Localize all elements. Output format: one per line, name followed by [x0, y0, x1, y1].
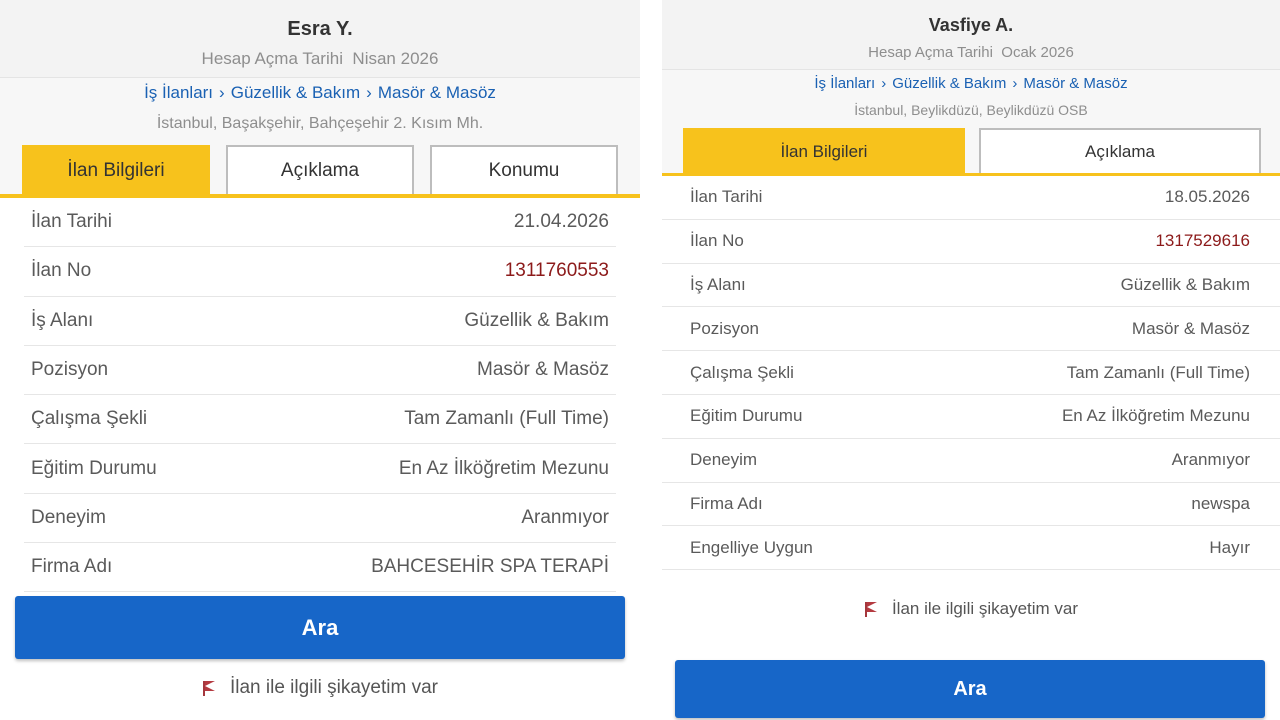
detail-row: Eğitim Durumu En Az İlköğretim Mezunu — [24, 444, 616, 494]
detail-value: Tam Zamanlı (Full Time) — [1066, 362, 1250, 382]
detail-value: En Az İlköğretim Mezunu — [398, 457, 609, 479]
breadcrumb-item-jobs[interactable]: İş İlanları — [814, 75, 875, 92]
flag-icon — [202, 680, 218, 696]
detail-row: İlan No 1311760553 — [24, 247, 616, 297]
detail-value: BAHCESEHİR SPA TERAPİ — [371, 556, 609, 578]
detail-row: Deneyim Aranmıyor — [24, 494, 616, 544]
breadcrumb-item-position[interactable]: Masör & Masöz — [378, 83, 496, 102]
seller-name[interactable]: Vasfiye A. — [662, 15, 1280, 36]
account-date-value: Nisan 2026 — [352, 49, 439, 68]
detail-value: 18.05.2026 — [1164, 187, 1250, 207]
detail-key: Deneyim — [690, 450, 758, 470]
listing-location: İstanbul, Beylikdüzü, Beylikdüzü OSB — [854, 102, 1088, 118]
detail-value: Güzellik & Bakım — [1120, 274, 1250, 294]
complaint-link[interactable]: İlan ile ilgili şikayetim var — [662, 594, 1280, 624]
listing-tabs: İlan Bilgileri Açıklama — [662, 128, 1280, 176]
seller-header: Esra Y. Hesap Açma Tarihi Nisan 2026 — [0, 0, 640, 78]
detail-row: Firma Adı BAHCESEHİR SPA TERAPİ — [24, 543, 616, 593]
detail-key: Firma Adı — [690, 493, 763, 513]
breadcrumb: İş İlanları › Güzellik & Bakım › Masör & Mas… — [0, 83, 640, 103]
flag-icon — [864, 601, 880, 617]
detail-key: Çalışma Şekli — [690, 362, 794, 382]
detail-key: İlan Tarihi — [690, 187, 763, 207]
detail-value: Masör & Masöz — [1131, 318, 1250, 338]
detail-key: İlan Tarihi — [31, 211, 112, 233]
detail-value: 21.04.2026 — [513, 211, 609, 233]
breadcrumb-separator: › — [219, 83, 225, 102]
breadcrumb: İş İlanları › Güzellik & Bakım › Masör & Mas… — [662, 75, 1280, 92]
complaint-link[interactable]: İlan ile ilgili şikayetim var — [0, 672, 640, 704]
tab-listing-info[interactable]: İlan Bilgileri — [683, 128, 965, 173]
detail-key: İlan No — [690, 231, 744, 251]
breadcrumb-item-category[interactable]: Güzellik & Bakım — [892, 75, 1006, 92]
detail-row: Eğitim Durumu En Az İlköğretim Mezunu — [662, 395, 1280, 439]
detail-row: İlan No 1317529616 — [662, 220, 1280, 264]
tab-location[interactable]: Konumu — [430, 145, 618, 194]
detail-key: Engelliye Uygun — [690, 537, 813, 557]
listing-details: İlan Tarihi 21.04.2026 İlan No 1311760553 … — [0, 198, 640, 593]
detail-key: Eğitim Durumu — [690, 406, 803, 426]
detail-value: Güzellik & Bakım — [464, 309, 609, 331]
complaint-label: İlan ile ilgili şikayetim var — [891, 599, 1079, 618]
detail-key: Çalışma Şekli — [31, 408, 148, 430]
listing-subheader: İş İlanları › Güzellik & Bakım › Masör & Mas… — [662, 70, 1280, 128]
detail-row: Pozisyon Masör & Masöz — [24, 346, 616, 396]
complaint-label: İlan ile ilgili şikayetim var — [229, 677, 438, 698]
listing-details: İlan Tarihi 18.05.2026 İlan No 1317529616 … — [662, 176, 1280, 571]
detail-value: Masör & Masöz — [477, 359, 609, 381]
listing-location: İstanbul, Başakşehir, Bahçeşehir 2. Kısı… — [156, 115, 484, 132]
detail-key: Firma Adı — [31, 556, 113, 578]
tab-description[interactable]: Açıklama — [226, 145, 414, 194]
detail-row: Pozisyon Masör & Masöz — [662, 307, 1280, 352]
detail-row: Çalışma Şekli Tam Zamanlı (Full Time) — [662, 351, 1280, 395]
panel-divider — [640, 0, 662, 720]
account-date-line: Hesap Açma Tarihi Ocak 2026 — [662, 44, 1280, 61]
account-date-label: Hesap Açma Tarihi — [868, 44, 993, 61]
breadcrumb-separator: › — [881, 75, 887, 92]
call-button[interactable]: Ara — [15, 596, 625, 659]
detail-row: Deneyim Aranmıyor — [662, 439, 1280, 483]
breadcrumb-item-jobs[interactable]: İş İlanları — [144, 83, 213, 102]
detail-key: İlan No — [31, 260, 92, 282]
detail-key: İş Alanı — [31, 309, 94, 331]
detail-key: Eğitim Durumu — [31, 457, 157, 479]
detail-row: Çalışma Şekli Tam Zamanlı (Full Time) — [24, 395, 616, 445]
breadcrumb-separator: › — [366, 83, 372, 102]
account-date-label: Hesap Açma Tarihi — [201, 49, 343, 68]
detail-row: İş Alanı Güzellik & Bakım — [662, 264, 1280, 308]
account-date-line: Hesap Açma Tarihi Nisan 2026 — [0, 49, 640, 69]
call-button[interactable]: Ara — [675, 660, 1265, 718]
detail-row: İlan Tarihi 21.04.2026 — [24, 198, 616, 248]
seller-name[interactable]: Esra Y. — [0, 18, 640, 41]
detail-row: Firma Adı newspa — [662, 483, 1280, 527]
detail-value: En Az İlköğretim Mezunu — [1061, 406, 1250, 426]
detail-row: Engelliye Uygun Hayır — [662, 526, 1280, 571]
breadcrumb-item-position[interactable]: Masör & Masöz — [1023, 75, 1127, 92]
listing-number: 1317529616 — [1155, 231, 1250, 251]
breadcrumb-item-category[interactable]: Güzellik & Bakım — [231, 83, 360, 102]
seller-header: Vasfiye A. Hesap Açma Tarihi Ocak 2026 — [662, 0, 1280, 70]
detail-key: İş Alanı — [690, 274, 746, 294]
tab-description[interactable]: Açıklama — [979, 128, 1261, 173]
account-date-value: Ocak 2026 — [1001, 44, 1074, 61]
detail-value: Aranmıyor — [1171, 450, 1250, 470]
right-listing-screen: Vasfiye A. Hesap Açma Tarihi Ocak 2026 İ… — [662, 0, 1280, 720]
listing-subheader: İş İlanları › Güzellik & Bakım › Masör & Mas… — [0, 78, 640, 145]
detail-value: Hayır — [1209, 537, 1250, 557]
left-listing-screen: Esra Y. Hesap Açma Tarihi Nisan 2026 İş … — [0, 0, 640, 720]
detail-value: Aranmıyor — [521, 506, 609, 528]
detail-value: Tam Zamanlı (Full Time) — [404, 408, 609, 430]
detail-row: İlan Tarihi 18.05.2026 — [662, 176, 1280, 220]
breadcrumb-separator: › — [1012, 75, 1018, 92]
listing-number: 1311760553 — [504, 260, 609, 282]
tab-listing-info[interactable]: İlan Bilgileri — [22, 145, 210, 194]
detail-key: Pozisyon — [31, 359, 109, 381]
detail-row: İş Alanı Güzellik & Bakım — [24, 297, 616, 346]
detail-key: Deneyim — [31, 506, 106, 528]
detail-value: newspa — [1191, 493, 1250, 513]
detail-key: Pozisyon — [690, 318, 759, 338]
listing-tabs: İlan Bilgileri Açıklama Konumu — [0, 145, 640, 198]
